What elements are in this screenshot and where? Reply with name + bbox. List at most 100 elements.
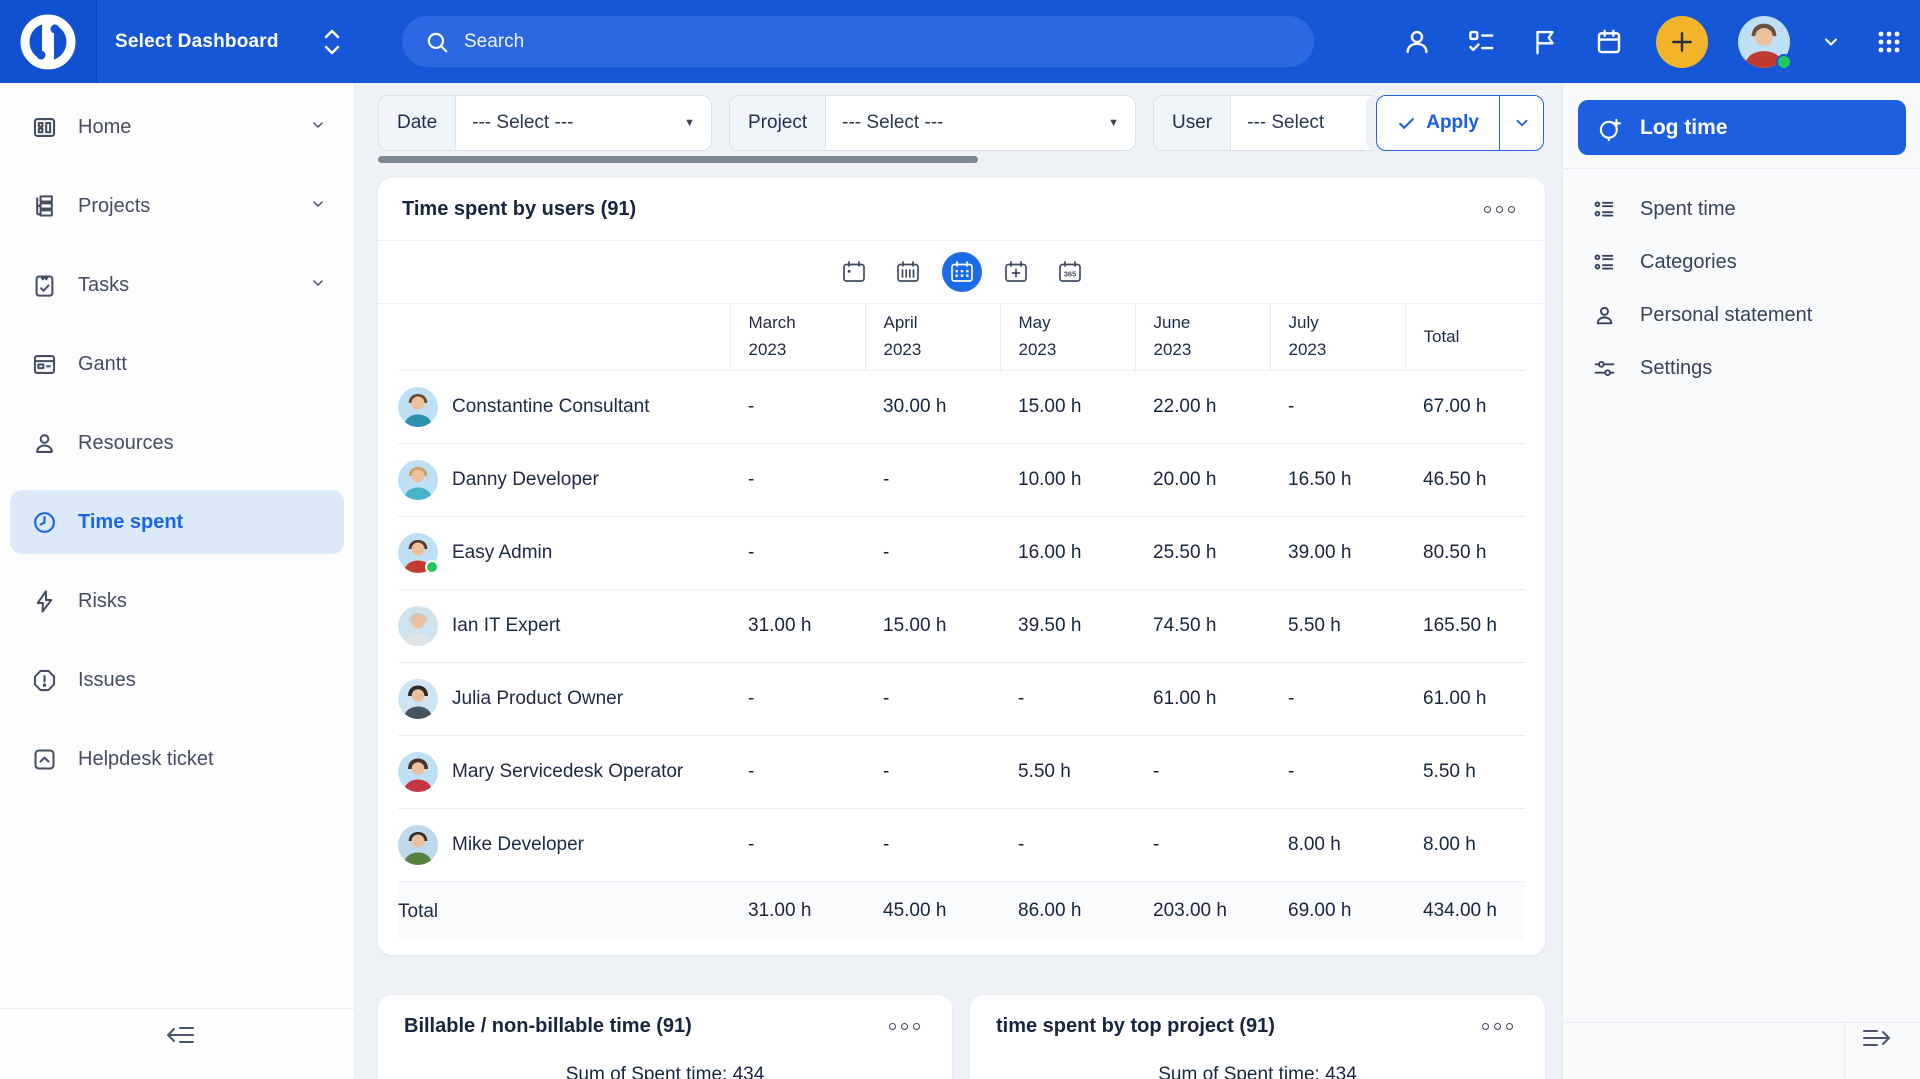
view-month-icon-selected[interactable] — [942, 252, 982, 292]
log-time-button[interactable]: Log time — [1578, 100, 1906, 155]
dashboard-selector[interactable]: Select Dashboard — [115, 25, 343, 59]
sidebar-item-label: Helpdesk ticket — [78, 748, 214, 771]
table-row: Julia Product Owner - - - 61.00 h - 61.0… — [398, 662, 1525, 735]
sidebar-item-home[interactable]: Home — [10, 95, 344, 159]
cell: 30.00 h — [865, 370, 1000, 443]
avatar — [398, 752, 438, 792]
cell: - — [865, 516, 1000, 589]
apply-options-chevron[interactable] — [1499, 96, 1543, 150]
sidebar-item-projects[interactable]: Projects — [10, 174, 344, 238]
account-menu-chevron-icon[interactable] — [1820, 25, 1842, 59]
search-input[interactable] — [464, 31, 1264, 53]
time-spent-table: March2023 April2023 May2023 June2023 Jul… — [398, 304, 1525, 941]
user-name[interactable]: Mike Developer — [452, 834, 584, 855]
cell: - — [1135, 808, 1270, 881]
filter-bar: Date --- Select --- ▼ Project --- Select… — [378, 95, 1403, 151]
sidebar-item-tasks[interactable]: Tasks — [10, 253, 344, 317]
dashboard-selector-label: Select Dashboard — [115, 31, 279, 53]
cell: 25.50 h — [1135, 516, 1270, 589]
apply-split-button: Apply — [1376, 95, 1544, 151]
user-name[interactable]: Mary Servicedesk Operator — [452, 761, 683, 782]
card-menu-button[interactable] — [1478, 200, 1521, 219]
right-item-personal-statement[interactable]: Personal statement — [1563, 292, 1920, 339]
user-profile-icon[interactable] — [1400, 25, 1434, 59]
cell: 69.00 h — [1270, 881, 1405, 941]
avatar — [398, 606, 438, 646]
right-item-categories[interactable]: Categories — [1563, 239, 1920, 286]
cell: 5.50 h — [1000, 735, 1135, 808]
time-spent-by-users-card: Time spent by users (91) — [378, 178, 1545, 955]
right-item-spent-time[interactable]: Spent time — [1563, 186, 1920, 233]
view-switcher: 365 — [378, 240, 1545, 304]
cell: - — [865, 662, 1000, 735]
right-item-settings[interactable]: Settings — [1563, 345, 1920, 392]
cell: - — [730, 516, 865, 589]
sidebar-item-label: Projects — [78, 195, 150, 218]
sidebar-item-resources[interactable]: Resources — [10, 411, 344, 475]
avatar — [398, 460, 438, 500]
cell: 31.00 h — [730, 589, 865, 662]
view-week-icon[interactable] — [888, 252, 928, 292]
online-status-dot — [1776, 54, 1792, 70]
table-total-row: Total 31.00 h 45.00 h 86.00 h 203.00 h 6… — [398, 881, 1525, 941]
sum-of-spent-time: Sum of Spent time: 434 — [378, 1064, 952, 1079]
chevron-down-icon[interactable] — [310, 275, 326, 296]
sidebar-item-issues[interactable]: Issues — [10, 648, 344, 712]
cell: - — [730, 735, 865, 808]
logo-icon — [20, 14, 76, 70]
chevron-down-icon[interactable] — [310, 196, 326, 217]
filter-date-select[interactable]: --- Select --- ▼ — [456, 96, 711, 150]
cell: 39.50 h — [1000, 589, 1135, 662]
sidebar-item-risks[interactable]: Risks — [10, 569, 344, 633]
filter-date: Date --- Select --- ▼ — [378, 95, 712, 151]
user-name[interactable]: Danny Developer — [452, 469, 599, 490]
horizontal-scrollbar-thumb[interactable] — [378, 156, 978, 163]
filter-project-label: Project — [730, 96, 826, 150]
log-time-label: Log time — [1640, 116, 1728, 140]
sidebar-item-gantt[interactable]: Gantt — [10, 332, 344, 396]
cell: 15.00 h — [1000, 370, 1135, 443]
user-name[interactable]: Easy Admin — [452, 542, 552, 563]
filter-date-label: Date — [379, 96, 456, 150]
chevron-down-icon[interactable] — [310, 117, 326, 138]
cell: - — [1270, 662, 1405, 735]
collapse-right-icon — [1860, 1023, 1894, 1053]
account-avatar[interactable] — [1738, 16, 1790, 68]
list-icon — [1591, 250, 1617, 276]
collapse-sidebar-button[interactable] — [163, 1020, 197, 1054]
filter-date-value: --- Select --- — [472, 112, 573, 134]
unfold-chevrons-icon — [321, 25, 343, 59]
view-year-365-icon[interactable]: 365 — [1050, 252, 1090, 292]
person-icon — [30, 429, 58, 457]
cell: - — [865, 735, 1000, 808]
card-menu-button[interactable] — [883, 1017, 926, 1036]
cell-total: 165.50 h — [1405, 589, 1525, 662]
apps-grid-icon[interactable] — [1872, 25, 1906, 59]
view-add-entry-icon[interactable] — [996, 252, 1036, 292]
sidebar-item-label: Time spent — [78, 511, 183, 534]
app-logo[interactable] — [0, 0, 97, 83]
search-bar[interactable] — [402, 16, 1314, 67]
sidebar-item-label: Resources — [78, 432, 174, 455]
cell: 39.00 h — [1270, 516, 1405, 589]
table-row: Easy Admin - - 16.00 h 25.50 h 39.00 h 8… — [398, 516, 1525, 589]
flag-icon[interactable] — [1528, 25, 1562, 59]
cell: - — [1135, 735, 1270, 808]
user-name[interactable]: Constantine Consultant — [452, 396, 650, 417]
apply-button[interactable]: Apply — [1377, 96, 1499, 150]
calendar-icon[interactable] — [1592, 25, 1626, 59]
sidebar-item-time-spent[interactable]: Time spent — [10, 490, 344, 554]
collapse-right-sidebar-button[interactable] — [1860, 1023, 1894, 1057]
user-name[interactable]: Ian IT Expert — [452, 615, 560, 636]
table-header-row: March2023 April2023 May2023 June2023 Jul… — [398, 304, 1525, 370]
sidebar-item-helpdesk-ticket[interactable]: Helpdesk ticket — [10, 727, 344, 791]
checklist-icon[interactable] — [1464, 25, 1498, 59]
quick-add-button[interactable] — [1656, 16, 1708, 68]
square-chevron-up-icon — [30, 745, 58, 773]
view-day-icon[interactable] — [834, 252, 874, 292]
filter-project-select[interactable]: --- Select --- ▼ — [826, 96, 1135, 150]
cell: 20.00 h — [1135, 443, 1270, 516]
list-icon — [1591, 197, 1617, 223]
user-name[interactable]: Julia Product Owner — [452, 688, 623, 709]
card-menu-button[interactable] — [1476, 1017, 1519, 1036]
